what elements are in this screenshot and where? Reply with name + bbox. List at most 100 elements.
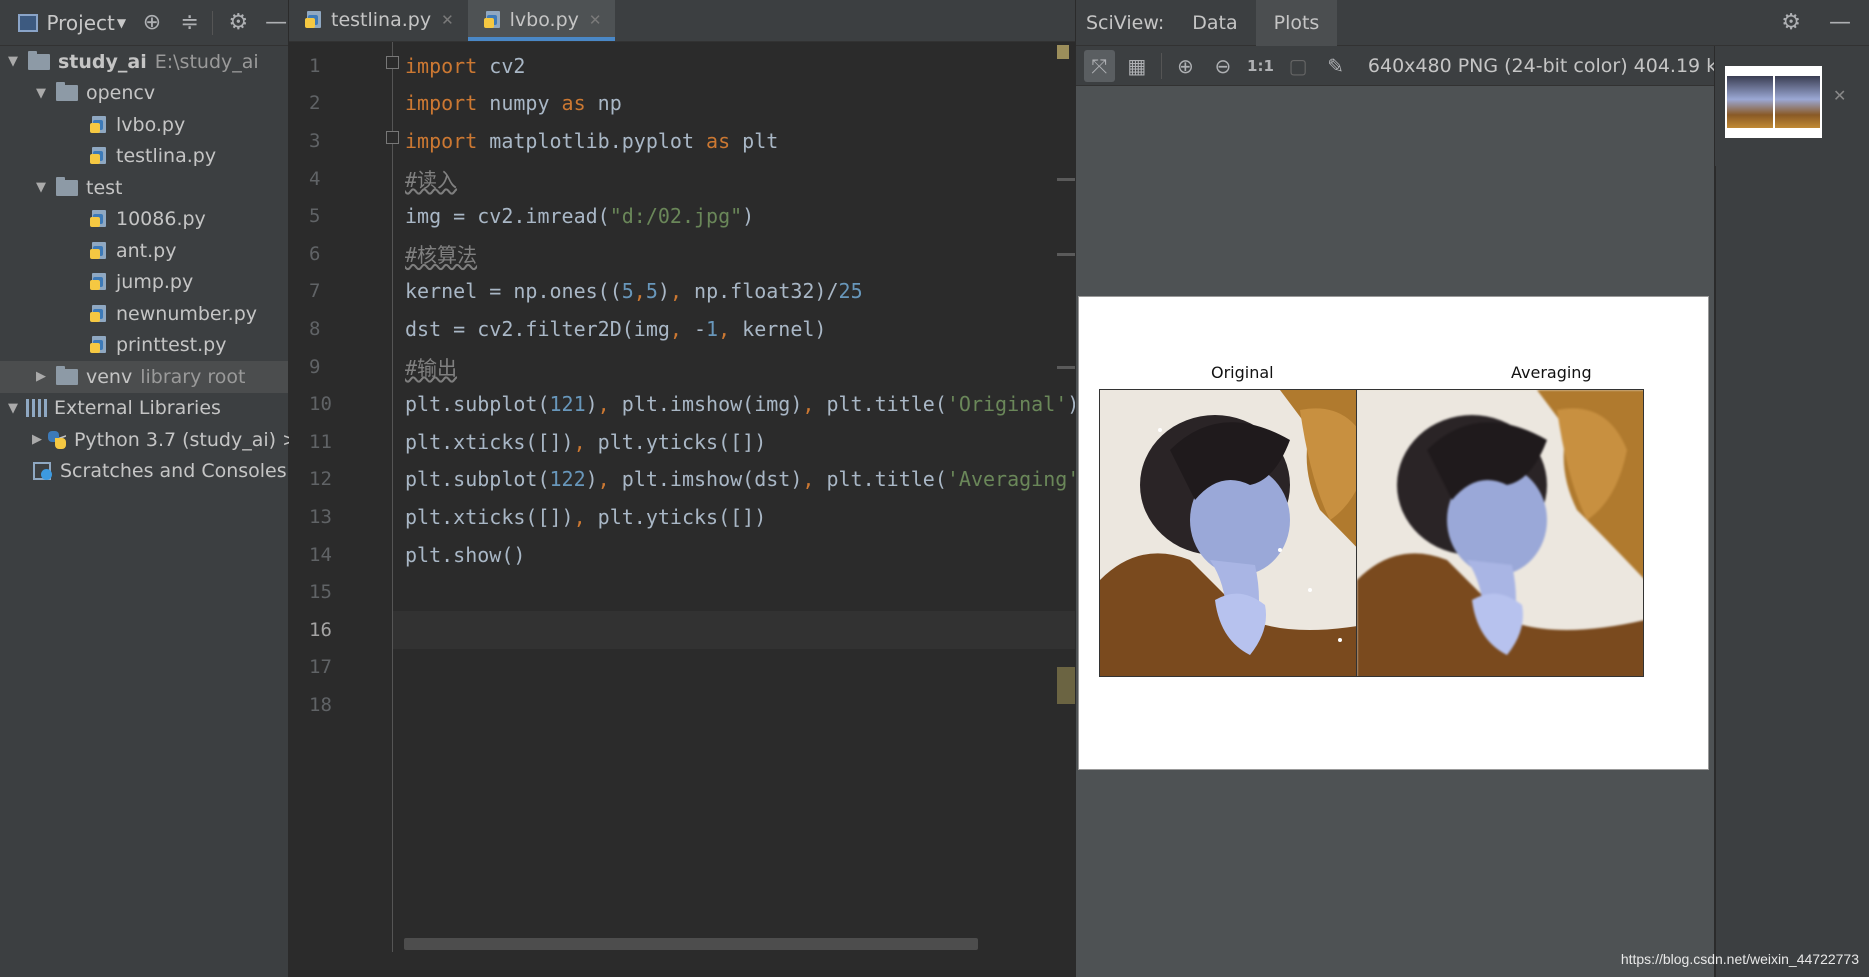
horizontal-scrollbar[interactable] <box>404 938 978 950</box>
fit-window-icon[interactable]: ▢ <box>1283 50 1314 82</box>
line-number: 1 <box>309 54 321 77</box>
tab-data[interactable]: Data <box>1174 0 1255 46</box>
code-line[interactable]: #读入 <box>393 160 1075 198</box>
tab-label: lvbo.py <box>509 9 579 31</box>
tree-item-file[interactable]: testlina.py <box>0 141 288 173</box>
tree-item-label: jump.py <box>116 271 194 294</box>
fit-zoom-icon[interactable]: ⤧ <box>1084 49 1115 82</box>
project-panel-title[interactable]: Project <box>46 11 114 35</box>
thumbnail-image <box>1727 76 1773 128</box>
tree-item-label: testlina.py <box>116 145 217 168</box>
portrait-image-blurred <box>1357 390 1643 676</box>
tree-item-path: E:\study_ai <box>154 50 259 73</box>
scroll-marker[interactable] <box>1057 253 1075 256</box>
plot-figure[interactable]: Original Averaging <box>1078 296 1709 770</box>
sciview-title: SciView: <box>1086 11 1165 34</box>
code-line[interactable]: plt.subplot(122), plt.imshow(dst), plt.t… <box>393 461 1075 499</box>
plot-title-averaging: Averaging <box>1511 363 1592 382</box>
scroll-marker[interactable] <box>1057 366 1075 369</box>
tree-item-file[interactable]: newnumber.py <box>0 298 288 330</box>
tree-item-label: study_ai <box>58 50 147 73</box>
code-line[interactable]: dst = cv2.filter2D(img, -1, kernel) <box>393 310 1075 348</box>
close-icon[interactable]: ✕ <box>589 11 602 29</box>
color-picker-icon[interactable]: ✎ <box>1320 50 1351 82</box>
code-line[interactable]: img = cv2.imread("d:/02.jpg") <box>393 197 1075 235</box>
tree-item-file[interactable]: 10086.py <box>0 204 288 236</box>
line-number: 4 <box>309 167 321 190</box>
plot-thumbnail[interactable] <box>1725 66 1822 138</box>
tree-item-file[interactable]: lvbo.py <box>0 109 288 141</box>
scroll-marker[interactable] <box>1057 178 1075 181</box>
tree-item-file[interactable]: jump.py <box>0 267 288 299</box>
python-file-icon <box>90 115 110 135</box>
library-icon <box>26 399 48 418</box>
tab-lvbo[interactable]: lvbo.py ✕ <box>467 0 616 41</box>
close-icon[interactable]: ✕ <box>441 11 454 29</box>
tree-item-root[interactable]: ▼ study_ai E:\study_ai <box>0 46 288 78</box>
tree-item-opencv[interactable]: ▼ opencv <box>0 78 288 110</box>
code-line[interactable] <box>393 649 1075 687</box>
expand-arrow-icon[interactable]: ▼ <box>4 54 22 69</box>
code-line[interactable]: import cv2 <box>393 47 1075 85</box>
tab-testlina[interactable]: testlina.py ✕ <box>289 0 468 41</box>
minimize-icon[interactable]: — <box>1829 10 1851 35</box>
chevron-down-icon[interactable]: ▼ <box>117 16 126 30</box>
code-line[interactable] <box>393 573 1075 611</box>
code-line[interactable]: plt.xticks([]), plt.yticks([]) <box>393 498 1075 536</box>
inspection-status-icon[interactable] <box>1057 45 1069 59</box>
code-line[interactable]: #核算法 <box>393 235 1075 273</box>
expand-arrow-icon[interactable]: ▶ <box>32 432 42 447</box>
minimize-icon[interactable]: — <box>264 10 288 36</box>
code-line[interactable]: #输出 <box>393 348 1075 386</box>
tree-item-test[interactable]: ▼ test <box>0 172 288 204</box>
expand-arrow-icon[interactable]: ▼ <box>32 86 50 101</box>
tab-plots[interactable]: Plots <box>1255 0 1338 46</box>
close-icon[interactable]: ✕ <box>1833 86 1846 105</box>
tree-item-label: Scratches and Consoles <box>60 460 287 483</box>
expand-arrow-icon[interactable]: ▶ <box>32 369 50 384</box>
python-file-icon <box>90 241 110 261</box>
project-panel-header: Project ▼ ⊕ ≑ ⚙ — <box>0 0 288 46</box>
tree-item-python-sdk[interactable]: ▶ < Python 3.7 (study_ai) > <box>0 424 298 456</box>
code-line-current[interactable] <box>393 610 1075 649</box>
code-line[interactable]: import numpy as np <box>393 85 1075 123</box>
line-number: 18 <box>309 693 332 716</box>
zoom-out-icon[interactable]: ⊖ <box>1208 50 1239 82</box>
tree-item-label: newnumber.py <box>116 302 258 325</box>
vertical-scroll-thumb[interactable] <box>1057 667 1075 704</box>
image-info: 640x480 PNG (24-bit color) 404.19 kB <box>1367 54 1714 77</box>
gear-icon[interactable]: ⚙ <box>1781 10 1801 35</box>
code-line[interactable]: plt.xticks([]), plt.yticks([]) <box>393 423 1075 461</box>
line-number-gutter: 1 2 3 4 5 6 7 8 9 10 11 12 13 14 15 16 17 18 <box>289 47 392 724</box>
line-number: 10 <box>309 393 332 416</box>
zoom-in-icon[interactable]: ⊕ <box>1170 50 1201 82</box>
code-line[interactable] <box>393 686 1075 724</box>
python-file-icon <box>90 335 110 355</box>
code-line[interactable]: kernel = np.ones((5, 5), np.float32)/25 <box>393 273 1075 311</box>
expand-arrow-icon[interactable]: ▼ <box>4 401 22 416</box>
watermark: https://blog.csdn.net/weixin_44722773 <box>1620 951 1859 967</box>
code-line[interactable]: import matplotlib.pyplot as plt <box>393 122 1075 160</box>
grid-icon[interactable]: ▦ <box>1122 50 1153 82</box>
line-number: 13 <box>309 505 332 528</box>
thumbnail-image <box>1774 76 1820 128</box>
expand-arrow-icon[interactable]: ▼ <box>32 180 50 195</box>
plot-canvas: Original Averaging <box>1076 86 1714 977</box>
tree-item-external-libraries[interactable]: ▼ External Libraries <box>0 393 288 425</box>
actual-size-button[interactable]: 1:1 <box>1245 50 1276 82</box>
locate-icon[interactable]: ⊕ <box>140 10 164 36</box>
code-line[interactable]: plt.show() <box>393 536 1075 574</box>
line-number: 16 <box>309 618 332 641</box>
tree-item-venv[interactable]: ▶ venv library root <box>0 361 288 393</box>
tree-item-scratches[interactable]: Scratches and Consoles <box>0 456 288 488</box>
tree-item-file[interactable]: printtest.py <box>0 330 288 362</box>
tree-item-label: < Python 3.7 (study_ai) > <box>52 428 299 451</box>
code-line[interactable]: plt.subplot(121), plt.imshow(img), plt.t… <box>393 385 1075 423</box>
gear-icon[interactable]: ⚙ <box>227 10 251 36</box>
folder-icon <box>28 50 50 70</box>
line-number: 14 <box>309 543 332 566</box>
code-area[interactable]: import cv2 import numpy as np import mat… <box>393 47 1075 724</box>
collapse-all-icon[interactable]: ≑ <box>178 10 202 36</box>
python-file-icon <box>90 304 110 324</box>
tree-item-file[interactable]: ant.py <box>0 235 288 267</box>
